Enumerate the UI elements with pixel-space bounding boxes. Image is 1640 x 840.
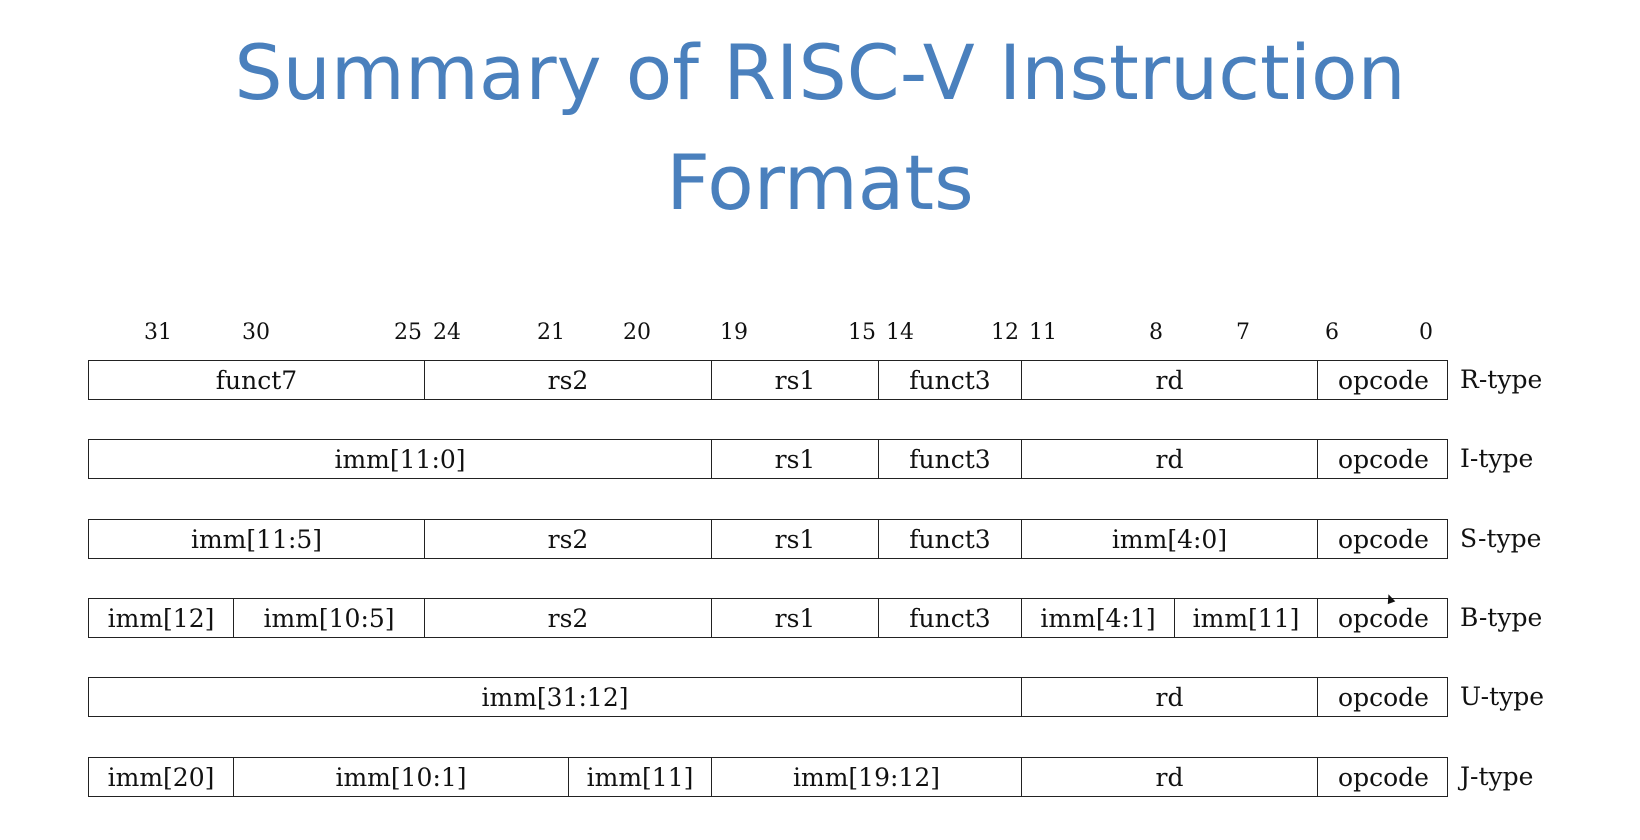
field-opcode: opcode	[1317, 599, 1449, 637]
i-type-row: imm[11:0] rs1 funct3 rd opcode	[88, 439, 1448, 479]
field-imm: imm[31:12]	[481, 682, 629, 712]
field-imm: imm[11:0]	[334, 444, 466, 474]
bit-label: 11	[1029, 320, 1057, 345]
bit-label: 7	[1236, 320, 1250, 345]
field-rd: rd	[1021, 758, 1317, 796]
field-funct7: funct7	[215, 365, 298, 395]
format-type-label: R-type	[1460, 365, 1543, 394]
field-opcode: opcode	[1317, 758, 1449, 796]
bit-label: 14	[886, 320, 914, 345]
u-type-row: imm[31:12] rd opcode	[88, 677, 1448, 717]
field-opcode: opcode	[1317, 440, 1449, 478]
bit-label: 15	[848, 320, 876, 345]
field-rs2: rs2	[424, 361, 711, 399]
field-imm: imm[4:1]	[1021, 599, 1174, 637]
slide-title: Summary of RISC-V Instruction Formats	[0, 18, 1640, 238]
field-rs1: rs1	[711, 599, 878, 637]
bit-label: 0	[1419, 320, 1433, 345]
format-type-label: S-type	[1460, 524, 1542, 553]
slide-title-line-2: Formats	[666, 138, 974, 227]
field-imm: imm[10:5]	[233, 599, 424, 637]
field-imm: imm[20]	[107, 762, 215, 792]
field-imm: imm[11]	[1174, 599, 1317, 637]
bit-label: 21	[537, 320, 565, 345]
field-opcode: opcode	[1317, 678, 1449, 716]
format-type-label: U-type	[1460, 682, 1545, 711]
format-type-label: B-type	[1460, 603, 1543, 632]
field-opcode: opcode	[1317, 361, 1449, 399]
bit-label: 19	[720, 320, 748, 345]
field-opcode: opcode	[1317, 520, 1449, 558]
field-rd: rd	[1021, 678, 1317, 716]
bit-label: 8	[1149, 320, 1163, 345]
bit-label: 25	[394, 320, 422, 345]
b-type-row: imm[12] imm[10:5] rs2 rs1 funct3 imm[4:1…	[88, 598, 1448, 638]
field-rd: rd	[1021, 440, 1317, 478]
s-type-row: imm[11:5] rs2 rs1 funct3 imm[4:0] opcode	[88, 519, 1448, 559]
bit-label: 24	[433, 320, 461, 345]
field-rs1: rs1	[711, 520, 878, 558]
field-rs2: rs2	[424, 520, 711, 558]
field-rd: rd	[1021, 361, 1317, 399]
j-type-row: imm[20] imm[10:1] imm[11] imm[19:12] rd …	[88, 757, 1448, 797]
field-imm: imm[19:12]	[711, 758, 1021, 796]
bit-label: 6	[1325, 320, 1339, 345]
field-rs1: rs1	[711, 361, 878, 399]
format-type-label: I-type	[1460, 444, 1534, 473]
bit-label: 12	[991, 320, 1019, 345]
field-imm: imm[12]	[107, 603, 215, 633]
field-imm: imm[4:0]	[1021, 520, 1317, 558]
bit-label: 20	[623, 320, 651, 345]
bit-label: 30	[242, 320, 270, 345]
field-funct3: funct3	[878, 599, 1021, 637]
field-funct3: funct3	[878, 520, 1021, 558]
field-rs2: rs2	[424, 599, 711, 637]
field-funct3: funct3	[878, 361, 1021, 399]
slide-title-line-1: Summary of RISC-V Instruction	[234, 28, 1406, 117]
field-imm: imm[11:5]	[190, 524, 323, 554]
r-type-row: funct7 rs2 rs1 funct3 rd opcode	[88, 360, 1448, 400]
field-imm: imm[10:1]	[233, 758, 568, 796]
field-funct3: funct3	[878, 440, 1021, 478]
field-imm: imm[11]	[568, 758, 711, 796]
bit-label: 31	[144, 320, 172, 345]
format-type-label: J-type	[1460, 762, 1534, 791]
field-rs1: rs1	[711, 440, 878, 478]
